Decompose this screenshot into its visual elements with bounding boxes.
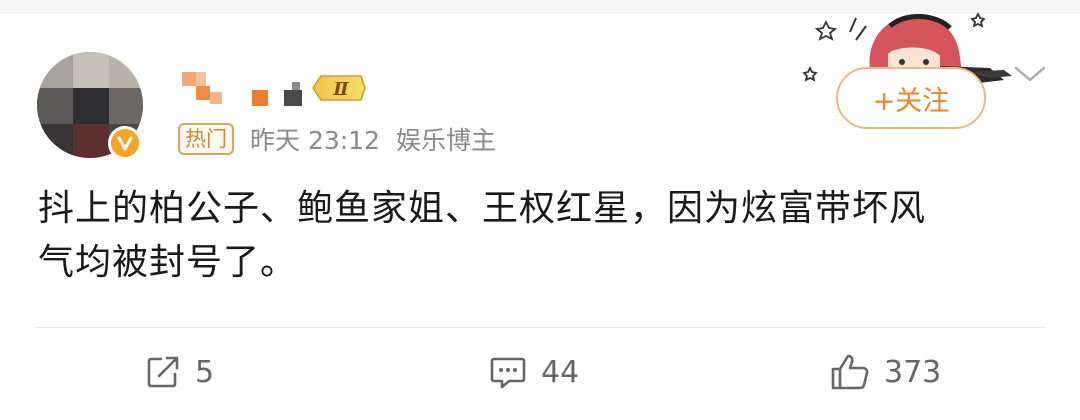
author-role[interactable]: 娱乐博主 <box>396 121 496 157</box>
level-badge-icon: Ⅱ <box>311 73 367 103</box>
post-text-line: 气均被封号了。 <box>38 242 298 283</box>
post-text-line: 抖上的柏公子、鲍鱼家姐、王权红星，因为炫富带坏风 <box>38 188 927 229</box>
divider <box>36 327 1046 328</box>
repost-button[interactable]: 5 <box>145 352 214 392</box>
like-count: 373 <box>884 354 942 390</box>
post-time: 昨天 23:12 <box>250 126 380 155</box>
comment-icon <box>490 357 526 389</box>
username[interactable] <box>182 72 302 106</box>
post-meta: 热门 昨天 23:12 娱乐博主 <box>178 122 496 156</box>
post-content: 抖上的柏公子、鲍鱼家姐、王权红星，因为炫富带坏风 气均被封号了。 <box>38 182 1048 290</box>
comment-button[interactable]: 44 <box>489 352 579 392</box>
repost-icon <box>147 356 179 388</box>
follow-button[interactable]: +关注 <box>836 67 986 129</box>
comment-count: 44 <box>541 354 580 390</box>
like-button[interactable]: 373 <box>830 352 941 392</box>
repost-count: 5 <box>195 354 215 390</box>
chevron-down-icon[interactable] <box>1012 62 1048 86</box>
verified-v-icon <box>108 126 142 160</box>
like-icon <box>831 354 869 390</box>
level-text: Ⅱ <box>332 79 349 100</box>
hot-tag: 热门 <box>178 123 234 155</box>
